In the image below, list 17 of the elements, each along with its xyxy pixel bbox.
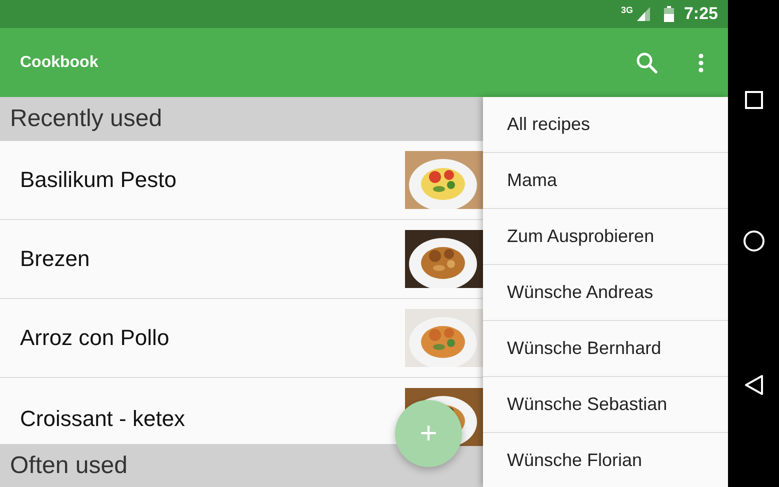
recipe-name: Arroz con Pollo [20,325,170,351]
recipe-name: Basilikum Pesto [20,167,178,193]
section-header: Often used [0,444,483,487]
section-header: Recently used [0,97,483,141]
recipe-name: Croissant - ketex [20,406,186,432]
more-options-icon[interactable] [698,52,704,72]
recents-icon[interactable] [744,90,762,109]
recipe-name: Brezen [20,246,91,272]
signal-icon [636,7,650,21]
battery-icon [664,6,674,22]
app-title: Cookbook [20,54,100,72]
network-label: 3G [620,5,633,15]
search-icon[interactable] [636,52,658,74]
menu-item[interactable]: Wünsche Florian [483,433,728,487]
back-icon[interactable] [744,374,764,396]
home-icon[interactable] [742,230,764,252]
clock-time: 7:25 [684,4,718,24]
